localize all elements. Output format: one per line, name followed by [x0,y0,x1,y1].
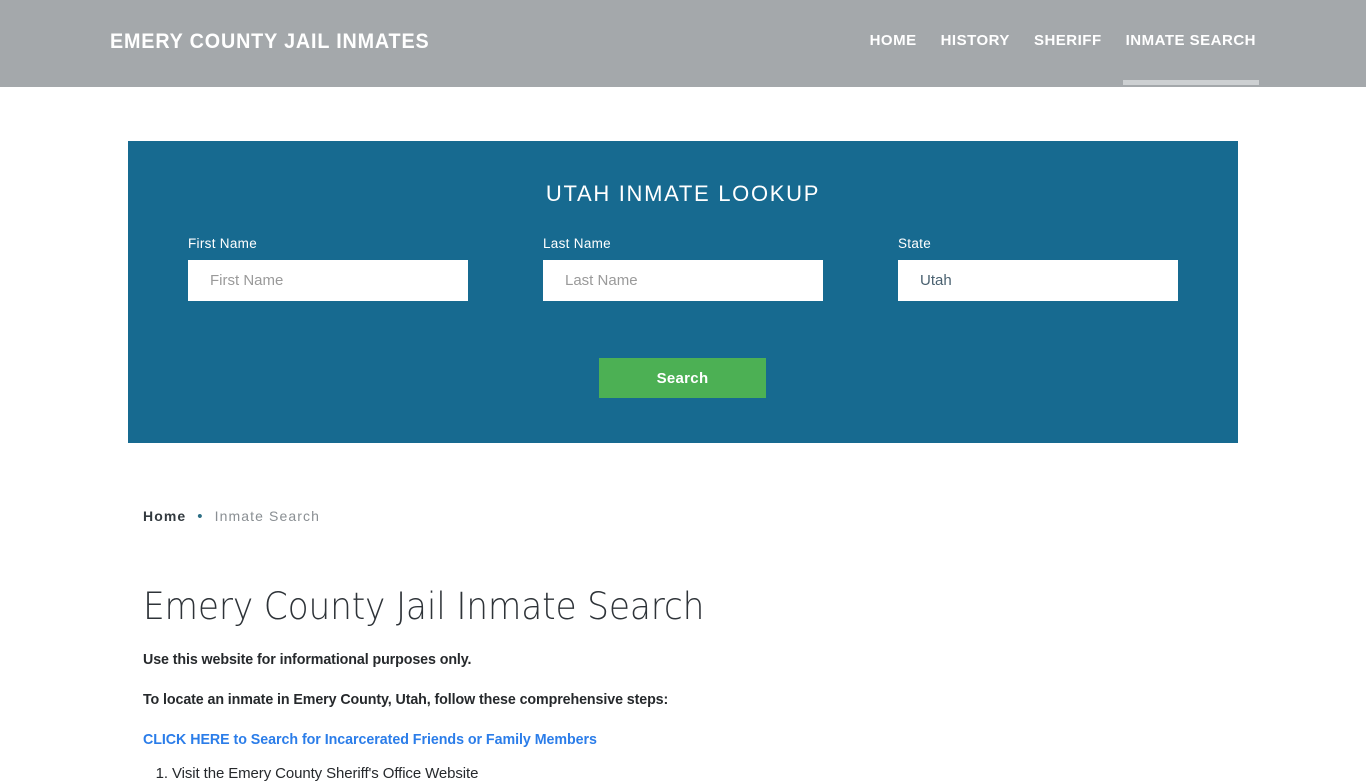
inmate-lookup-panel: UTAH INMATE LOOKUP First Name Last Name … [128,141,1238,443]
first-name-label: First Name [188,236,258,251]
last-name-input[interactable] [543,260,823,301]
breadcrumb-home[interactable]: Home [143,508,186,524]
main-navigation: HOME HISTORY SHERIFF INMATE SEARCH [870,32,1260,87]
nav-item-sheriff[interactable]: SHERIFF [1034,32,1102,85]
nav-item-inmate-search[interactable]: INMATE SEARCH [1122,32,1260,85]
intro-paragraph-1: Use this website for informational purpo… [143,651,472,668]
breadcrumb-separator-icon: • [197,507,204,525]
page-title: Emery County Jail Inmate Search [143,585,705,628]
search-button[interactable]: Search [599,358,766,398]
nav-item-history[interactable]: HISTORY [941,32,1010,85]
state-label: State [898,236,932,251]
last-name-field-group: Last Name [543,236,823,301]
state-select[interactable]: Utah [898,260,1178,301]
first-name-field-group: First Name [188,236,468,301]
breadcrumb: Home • Inmate Search [143,498,1243,534]
inmate-search-cta-link[interactable]: CLICK HERE to Search for Incarcerated Fr… [143,731,1188,748]
state-field-group: State Utah [898,236,1178,301]
page-content: Home • Inmate Search Emery County Jail I… [143,498,1243,782]
intro-paragraph-2: To locate an inmate in Emery County, Uta… [143,691,669,708]
breadcrumb-current: Inmate Search [214,508,321,524]
lookup-fields-row: First Name Last Name State Utah [128,236,1238,306]
lookup-panel-title: UTAH INMATE LOOKUP [545,181,821,206]
last-name-label: Last Name [543,236,611,251]
first-name-input[interactable] [188,260,468,301]
site-header: EMERY COUNTY JAIL INMATES HOME HISTORY S… [0,0,1366,87]
site-logo[interactable]: EMERY COUNTY JAIL INMATES [110,30,429,54]
nav-item-home[interactable]: HOME [870,32,917,85]
